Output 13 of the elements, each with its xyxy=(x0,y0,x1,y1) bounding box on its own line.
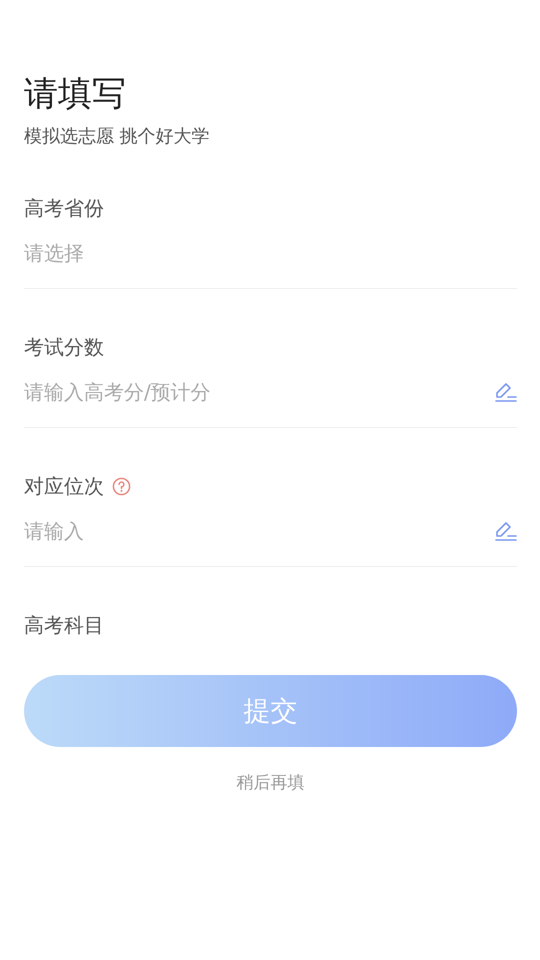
field-label: 高考科目 xyxy=(24,612,104,639)
input-field[interactable]: 请输入 xyxy=(24,519,495,543)
field-label: 对应位次 xyxy=(24,473,104,500)
field-label: 高考省份 xyxy=(24,195,104,222)
edit-icon[interactable] xyxy=(495,381,517,403)
edit-icon[interactable] xyxy=(495,520,517,542)
input-field[interactable]: 请输入高考分/预计分 xyxy=(24,380,495,404)
select-field[interactable]: 请选择 xyxy=(24,241,517,265)
fill-later-link[interactable]: 稍后再填 xyxy=(236,771,304,794)
field-label: 考试分数 xyxy=(24,334,104,361)
help-icon[interactable] xyxy=(112,476,131,496)
page-title: 请填写 xyxy=(24,73,127,116)
page-subtitle: 模拟选志愿 挑个好大学 xyxy=(24,125,211,149)
